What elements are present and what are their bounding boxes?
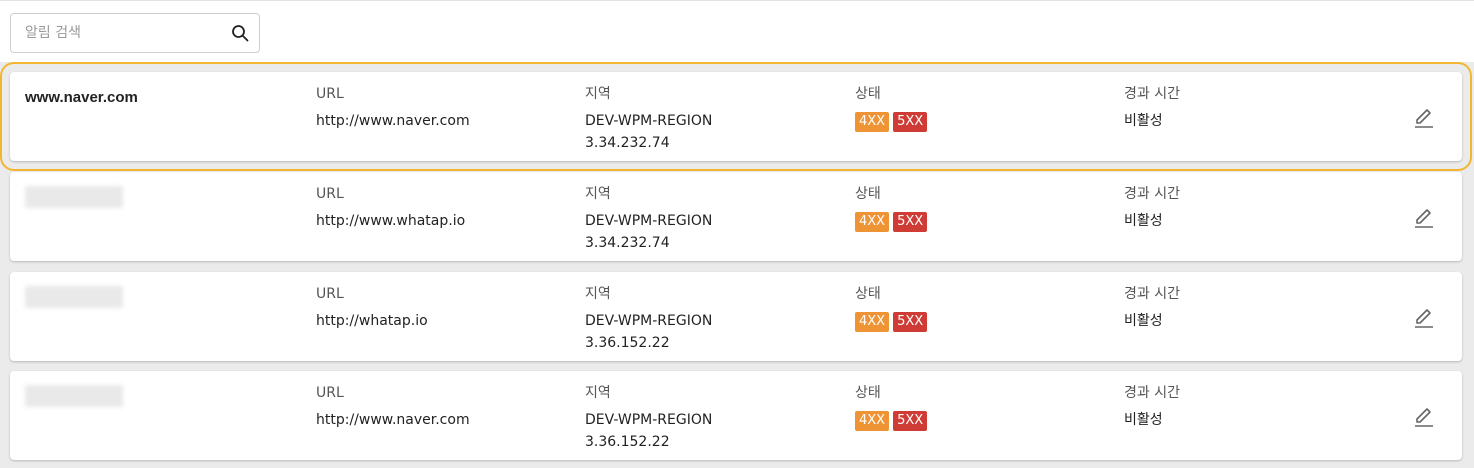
region-ip: 3.36.152.22 [585,335,670,351]
elapsed-value: 비활성 [1124,213,1163,229]
status-badge-4xx: 4XX [855,312,890,332]
alert-card[interactable]: URL http://www.whatap.io 지역 DEV-WPM-REGI… [10,172,1462,261]
status-column: 상태 4XX 5XX [855,284,928,332]
edit-icon[interactable] [1412,106,1436,130]
toolbar [0,0,1474,62]
status-badges: 4XX 5XX [855,112,928,132]
region-value: DEV-WPM-REGION 3.36.152.22 [585,310,712,354]
url-value: http://whatap.io [316,313,428,329]
status-badge-4xx: 4XX [855,112,890,132]
elapsed-column: 경과 시간 비활성 [1124,383,1180,431]
url-column: URL http://whatap.io [316,284,428,332]
region-name: DEV-WPM-REGION [585,412,713,428]
region-ip: 3.36.152.22 [585,434,670,450]
status-badge-5xx: 5XX [893,212,928,232]
alert-name: www.naver.com [25,89,138,106]
region-ip: 3.34.232.74 [585,135,670,151]
elapsed-label: 경과 시간 [1124,286,1180,302]
status-badges: 4XX 5XX [855,212,928,232]
search-box [10,13,260,53]
url-label: URL [316,86,344,102]
region-name: DEV-WPM-REGION [585,213,713,229]
region-name: DEV-WPM-REGION [585,313,713,329]
status-badge-5xx: 5XX [893,112,928,132]
status-label: 상태 [855,286,881,302]
status-column: 상태 4XX 5XX [855,184,928,232]
status-badges: 4XX 5XX [855,312,928,332]
elapsed-column: 경과 시간 비활성 [1124,184,1180,232]
url-label: URL [316,385,344,401]
region-ip: 3.34.232.74 [585,235,670,251]
alert-card[interactable]: URL http://www.naver.com 지역 DEV-WPM-REGI… [10,371,1462,460]
url-label: URL [316,186,344,202]
region-column: 지역 DEV-WPM-REGION 3.34.232.74 [585,184,712,254]
elapsed-column: 경과 시간 비활성 [1124,84,1180,132]
status-label: 상태 [855,86,881,102]
elapsed-column: 경과 시간 비활성 [1124,284,1180,332]
status-badges: 4XX 5XX [855,411,928,431]
region-column: 지역 DEV-WPM-REGION 3.36.152.22 [585,383,712,453]
alert-card[interactable]: www.naver.com URL http://www.naver.com 지… [0,62,1472,171]
region-column: 지역 DEV-WPM-REGION 3.34.232.74 [585,84,712,154]
alert-name-redacted [25,385,123,407]
url-value: http://www.naver.com [316,412,470,428]
url-label: URL [316,286,344,302]
edit-icon[interactable] [1412,206,1436,230]
url-column: URL http://www.whatap.io [316,184,465,232]
region-value: DEV-WPM-REGION 3.34.232.74 [585,110,712,154]
status-column: 상태 4XX 5XX [855,383,928,431]
region-label: 지역 [585,286,611,302]
region-column: 지역 DEV-WPM-REGION 3.36.152.22 [585,284,712,354]
elapsed-value: 비활성 [1124,412,1163,428]
status-label: 상태 [855,186,881,202]
elapsed-label: 경과 시간 [1124,186,1180,202]
status-label: 상태 [855,385,881,401]
alert-card[interactable]: URL http://whatap.io 지역 DEV-WPM-REGION 3… [10,272,1462,361]
edit-icon[interactable] [1412,405,1436,429]
region-name: DEV-WPM-REGION [585,113,713,129]
alert-name-redacted [25,186,123,208]
url-column: URL http://www.naver.com [316,383,470,431]
search-icon[interactable] [231,24,249,42]
region-label: 지역 [585,186,611,202]
url-value: http://www.naver.com [316,113,470,129]
region-label: 지역 [585,86,611,102]
url-value: http://www.whatap.io [316,213,466,229]
status-badge-5xx: 5XX [893,411,928,431]
url-column: URL http://www.naver.com [316,84,470,132]
status-badge-5xx: 5XX [893,312,928,332]
status-column: 상태 4XX 5XX [855,84,928,132]
edit-icon[interactable] [1412,306,1436,330]
alert-name-redacted [25,286,123,308]
elapsed-label: 경과 시간 [1124,385,1180,401]
search-input[interactable] [11,14,221,52]
elapsed-value: 비활성 [1124,113,1163,129]
status-badge-4xx: 4XX [855,411,890,431]
region-value: DEV-WPM-REGION 3.34.232.74 [585,210,712,254]
region-value: DEV-WPM-REGION 3.36.152.22 [585,409,712,453]
elapsed-label: 경과 시간 [1124,86,1180,102]
elapsed-value: 비활성 [1124,313,1163,329]
status-badge-4xx: 4XX [855,212,890,232]
region-label: 지역 [585,385,611,401]
